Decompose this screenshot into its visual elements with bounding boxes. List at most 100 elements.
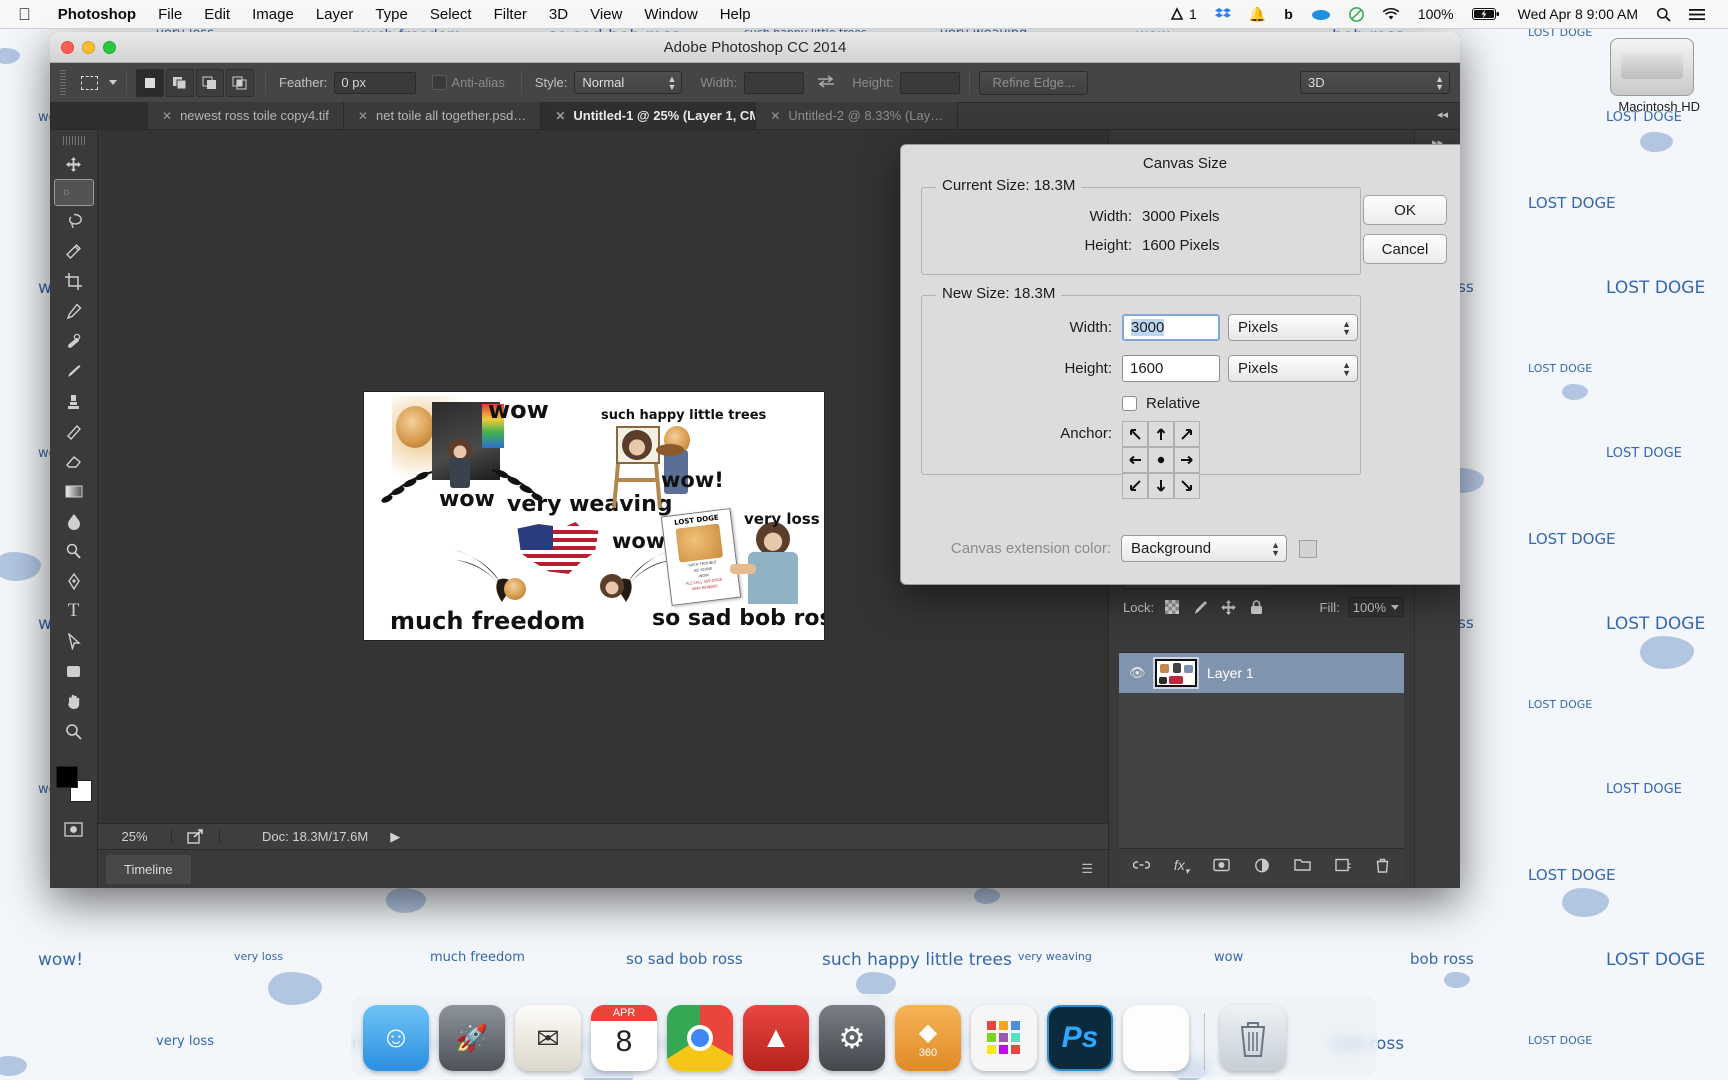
mail-app-icon[interactable]: ✉ — [515, 1005, 581, 1071]
path-selection-tool[interactable] — [54, 626, 94, 656]
chevron-down-icon[interactable] — [1391, 604, 1399, 610]
mac-dock[interactable]: ☺ 🚀 ✉ APR 8 ▲ ⚙ ◆ 360 Ps — [350, 994, 1378, 1078]
launchpad-app-icon[interactable]: 🚀 — [439, 1005, 505, 1071]
search-icon[interactable] — [1647, 7, 1680, 22]
notification-center-icon[interactable] — [1680, 8, 1714, 21]
zoom-tool[interactable] — [54, 716, 94, 746]
document-tab-3-active[interactable]: ✕ Untitled-1 @ 25% (Layer 1, CMYK/8) * — [541, 102, 757, 129]
photoshop-app-icon[interactable]: Ps — [1047, 1005, 1113, 1071]
document-tab-2[interactable]: ✕ net toile all together.psd… — [343, 102, 542, 129]
anchor-center-selected[interactable] — [1148, 447, 1174, 473]
brush-tool[interactable] — [54, 356, 94, 386]
pen-tool[interactable] — [54, 566, 94, 596]
quick-mask-toggle[interactable] — [54, 814, 94, 844]
wifi-icon[interactable] — [1373, 7, 1409, 21]
zoom-level[interactable]: 25% — [98, 829, 172, 844]
fill-input[interactable]: 100% — [1347, 597, 1404, 617]
chrome-app-icon[interactable] — [667, 1005, 733, 1071]
close-icon[interactable]: ✕ — [162, 109, 172, 123]
workspace-select[interactable]: 3D ▲ ▼ — [1300, 71, 1450, 94]
panel-menu-icon[interactable]: ☰ — [1081, 861, 1108, 877]
relative-checkbox[interactable] — [1122, 396, 1137, 411]
settings-app-icon[interactable]: ⚙ — [819, 1005, 885, 1071]
eraser-tool[interactable] — [54, 446, 94, 476]
options-bar[interactable]: Feather: 0 px Anti-alias Style: Normal ▲… — [50, 63, 1460, 103]
battery-charging-icon[interactable] — [1463, 7, 1509, 21]
trash-app-icon[interactable] — [1220, 1005, 1286, 1071]
tabs-collapse-icon[interactable]: ◂◂ — [1425, 102, 1460, 129]
menu-item-image[interactable]: Image — [241, 0, 305, 29]
menu-item-filter[interactable]: Filter — [483, 0, 538, 29]
layer-style-fx-icon[interactable]: fx▾ — [1174, 857, 1189, 877]
delete-layer-icon[interactable] — [1375, 858, 1390, 876]
anchor-bottom-center[interactable] — [1148, 473, 1174, 499]
layers-panel-footer[interactable]: fx▾ — [1119, 848, 1404, 884]
tools-palette[interactable]: T — [50, 130, 98, 888]
b-icon[interactable]: b — [1275, 6, 1302, 22]
close-icon[interactable]: ✕ — [358, 109, 368, 123]
finder-app-icon[interactable]: ☺ — [363, 1005, 429, 1071]
canvas-extension-color-select[interactable]: Background ▲ ▼ — [1121, 535, 1287, 562]
new-height-unit-select[interactable]: Pixels ▲ ▼ — [1228, 355, 1358, 382]
anchor-middle-left[interactable] — [1122, 447, 1148, 473]
tools-palette-grip[interactable] — [62, 136, 85, 145]
layers-panel[interactable]: Normal ▲▼ Opacity: 100% Lock: — [1119, 560, 1404, 884]
canvas-extension-color-swatch[interactable] — [1299, 539, 1317, 558]
bell-icon[interactable]: 🔔 — [1240, 6, 1275, 23]
menu-item-select[interactable]: Select — [419, 0, 483, 29]
height-input[interactable] — [900, 71, 961, 94]
menu-item-view[interactable]: View — [579, 0, 633, 29]
feather-input[interactable]: 0 px — [334, 71, 417, 94]
anchor-grid[interactable] — [1122, 421, 1200, 499]
close-icon[interactable]: ✕ — [555, 109, 565, 123]
canvas-extension-color-row[interactable]: Canvas extension color: Background ▲ ▼ — [921, 535, 1341, 562]
rectangular-marquee-tool[interactable] — [53, 179, 94, 206]
document-app-icon[interactable] — [1123, 1005, 1189, 1071]
tab-timeline[interactable]: Timeline — [106, 854, 191, 884]
lock-image-pixels-icon[interactable] — [1190, 597, 1210, 617]
canvas-size-dialog[interactable]: Canvas Size Current Size: 18.3M Width: 3… — [900, 144, 1460, 585]
type-tool[interactable]: T — [54, 596, 94, 626]
new-group-icon[interactable] — [1294, 858, 1311, 875]
healing-brush-tool[interactable] — [54, 326, 94, 356]
foreground-color-swatch[interactable] — [55, 766, 78, 788]
layer-visibility-eye-icon[interactable]: 👁 — [1129, 665, 1146, 681]
layer-row[interactable]: 👁 Layer 1 — [1119, 653, 1404, 693]
menu-item-file[interactable]: File — [147, 0, 193, 29]
selection-mode-group[interactable] — [136, 68, 256, 97]
rectangular-marquee-icon[interactable] — [74, 70, 104, 96]
apple-icon[interactable]:  — [18, 6, 31, 23]
options-bar-grip[interactable] — [58, 69, 68, 96]
photoshop-window[interactable]: Adobe Photoshop CC 2014 Feather: 0 px An… — [50, 32, 1460, 888]
layer-list[interactable]: 👁 Layer 1 — [1119, 652, 1404, 848]
link-layers-icon[interactable] — [1132, 858, 1151, 875]
autocad-app-icon[interactable]: ▲ — [743, 1005, 809, 1071]
document-tab-1[interactable]: ✕ newest ross toile copy4.tif — [148, 102, 344, 129]
eyedropper-tool[interactable] — [54, 296, 94, 326]
anchor-middle-right[interactable] — [1174, 447, 1200, 473]
anchor-top-center[interactable] — [1148, 421, 1174, 447]
lock-all-icon[interactable] — [1246, 597, 1266, 617]
lock-position-icon[interactable] — [1218, 597, 1238, 617]
shape-tool[interactable] — [54, 656, 94, 686]
new-width-unit-select[interactable]: Pixels ▲ ▼ — [1228, 314, 1358, 341]
mac-menubar[interactable]:  Photoshop File Edit Image Layer Type S… — [0, 0, 1728, 29]
timeline-panel[interactable]: Timeline ☰ — [98, 849, 1108, 888]
close-icon[interactable]: ✕ — [770, 109, 780, 123]
move-tool[interactable] — [54, 149, 94, 179]
share-icon[interactable] — [172, 829, 220, 844]
app-grid-icon[interactable] — [971, 1005, 1037, 1071]
status-bar[interactable]: 25% Doc: 18.3M/17.6M ▶ — [98, 823, 1108, 849]
autodesk-360-app-icon[interactable]: ◆ 360 — [895, 1005, 961, 1071]
menu-item-help[interactable]: Help — [709, 0, 762, 29]
blur-tool[interactable] — [54, 506, 94, 536]
lock-transparent-pixels-icon[interactable] — [1162, 597, 1182, 617]
new-width-input[interactable]: 3000 — [1122, 314, 1220, 341]
menu-item-window[interactable]: Window — [633, 0, 708, 29]
layer-name[interactable]: Layer 1 — [1207, 665, 1254, 681]
style-select[interactable]: Normal ▲ ▼ — [574, 71, 683, 94]
menu-item-3d[interactable]: 3D — [538, 0, 579, 29]
ok-button[interactable]: OK — [1363, 195, 1447, 225]
anchor-bottom-right[interactable] — [1174, 473, 1200, 499]
menu-item-edit[interactable]: Edit — [193, 0, 241, 29]
